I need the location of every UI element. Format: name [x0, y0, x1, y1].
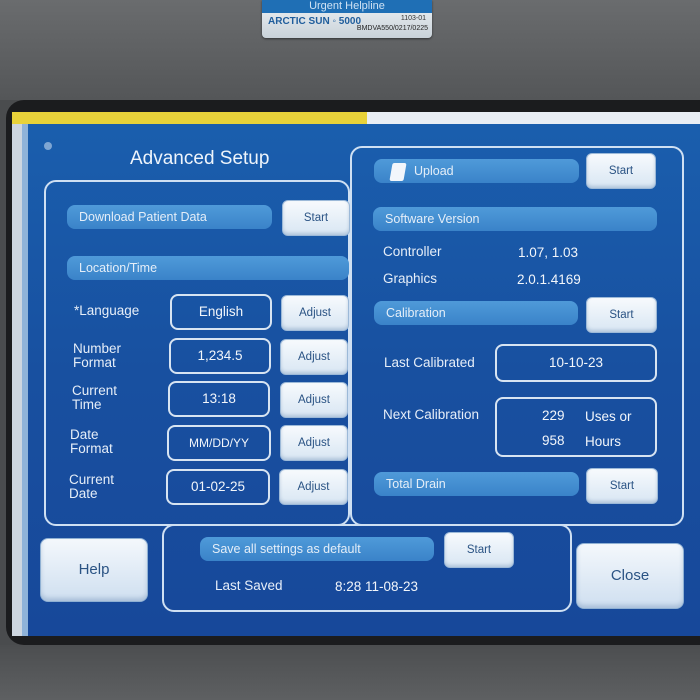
graphics-version: 2.0.1.4169 [517, 272, 581, 287]
save-defaults-start-button[interactable]: Start [444, 532, 514, 568]
top-light-strip [367, 112, 700, 124]
touch-screen: Advanced Setup Download Patient Data Sta… [12, 112, 700, 636]
help-button[interactable]: Help [40, 538, 148, 602]
current-date-adjust-button[interactable]: Adjust [279, 469, 348, 505]
label-code: 1103-01 [400, 15, 426, 22]
number-format-label: Number Format [73, 342, 121, 370]
controller-version: 1.07, 1.03 [518, 245, 579, 260]
next-calibration-uses: 229 [542, 408, 565, 423]
current-date-label: Current Date [69, 473, 114, 501]
number-format-label-line1: Number [73, 341, 122, 356]
label-serial: BMDVA550/0217/0225 [356, 25, 428, 32]
indicator-dot [44, 142, 52, 150]
number-format-label-line2: Format [73, 355, 116, 370]
current-time-value: 13:18 [168, 381, 270, 417]
date-format-adjust-button[interactable]: Adjust [280, 425, 348, 461]
device-label: Urgent Helpline ARCTIC SUN ◦ 5000 1103-0… [262, 0, 432, 38]
graphics-label: Graphics [383, 271, 438, 286]
current-date-label-line2: Date [69, 486, 98, 501]
language-adjust-button[interactable]: Adjust [281, 295, 349, 331]
download-start-button[interactable]: Start [282, 200, 350, 236]
next-calibration-label: Next Calibration [383, 407, 480, 422]
label-brand: ARCTIC SUN ◦ 5000 [268, 16, 362, 27]
language-label-text: *Language [74, 303, 140, 318]
current-date-label-line1: Current [69, 472, 115, 487]
calibration-start-button[interactable]: Start [586, 297, 657, 333]
current-time-adjust-button[interactable]: Adjust [280, 382, 348, 418]
current-time-label: Current Time [72, 384, 117, 412]
download-patient-data-label: Download Patient Data [67, 205, 272, 229]
upload-start-button[interactable]: Start [586, 153, 656, 189]
current-time-label-line2: Time [72, 397, 102, 412]
total-drain-label: Total Drain [374, 472, 579, 496]
save-defaults-label: Save all settings as default [200, 537, 434, 561]
date-format-label-line2: Format [70, 441, 113, 456]
next-calibration-box [495, 397, 657, 457]
next-calibration-uses-unit: Uses or [585, 409, 632, 424]
controller-label: Controller [383, 244, 442, 259]
page-title: Advanced Setup [130, 148, 270, 169]
date-format-label: Date Format [70, 428, 113, 456]
last-calibrated-label: Last Calibrated [384, 355, 475, 370]
last-calibrated-value: 10-10-23 [495, 344, 657, 382]
top-status-strip [12, 112, 367, 124]
calibration-label: Calibration [374, 301, 578, 325]
current-date-value: 01-02-25 [166, 469, 270, 505]
total-drain-start-button[interactable]: Start [586, 468, 658, 504]
location-time-header: Location/Time [67, 256, 349, 280]
date-format-value: MM/DD/YY [167, 425, 271, 461]
language-value: English [170, 294, 272, 330]
current-time-label-line1: Current [72, 383, 118, 398]
number-format-value: 1,234.5 [169, 338, 271, 374]
left-light-strip [12, 124, 22, 636]
left-edge-glow [22, 124, 28, 636]
label-band: Urgent Helpline [262, 0, 432, 13]
number-format-adjust-button[interactable]: Adjust [280, 339, 348, 375]
software-version-header: Software Version [373, 207, 657, 231]
date-format-label-line1: Date [70, 427, 99, 442]
next-calibration-hours-unit: Hours [585, 434, 622, 449]
last-saved-value: 8:28 11-08-23 [335, 579, 419, 594]
close-button[interactable]: Close [576, 543, 684, 609]
next-calibration-hours: 958 [542, 433, 565, 448]
last-saved-label: Last Saved [215, 578, 283, 593]
language-label: *Language [74, 304, 139, 318]
device-housing-bottom [0, 645, 700, 700]
